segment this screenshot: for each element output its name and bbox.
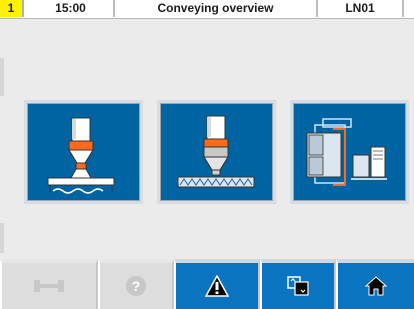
clock-time: 15:00: [24, 0, 115, 17]
machine-screens-tile[interactable]: [290, 100, 409, 204]
header-endcap: [404, 0, 414, 17]
page-title: Conveying overview: [115, 0, 318, 17]
wrench-icon: [34, 280, 64, 292]
switch-screen-icon: [287, 276, 309, 296]
help-icon: ?: [126, 276, 146, 296]
line-id[interactable]: LN01: [318, 0, 404, 17]
screw-conveyor-icon: [177, 115, 255, 188]
home-icon: [365, 276, 387, 296]
warning-icon: [205, 275, 229, 297]
hopper-feeder-icon: [47, 117, 115, 194]
screw-conveyor-tile[interactable]: [157, 100, 276, 204]
switch-screen-button[interactable]: [260, 259, 336, 309]
alarm-button[interactable]: [174, 259, 260, 309]
station-number[interactable]: 1: [0, 0, 24, 17]
feeding-station-tile[interactable]: [24, 100, 143, 204]
home-button[interactable]: [336, 259, 414, 309]
wrench-button[interactable]: [0, 259, 98, 309]
bottom-toolbar: ?: [0, 259, 414, 309]
edge-tab-top: [0, 58, 4, 96]
help-button[interactable]: ?: [98, 259, 174, 309]
status-header: 1 15:00 Conveying overview LN01: [0, 0, 414, 19]
svg-text:?: ?: [132, 278, 141, 294]
edge-tab-bottom: [0, 223, 4, 253]
machine-screens-icon: [306, 118, 387, 186]
